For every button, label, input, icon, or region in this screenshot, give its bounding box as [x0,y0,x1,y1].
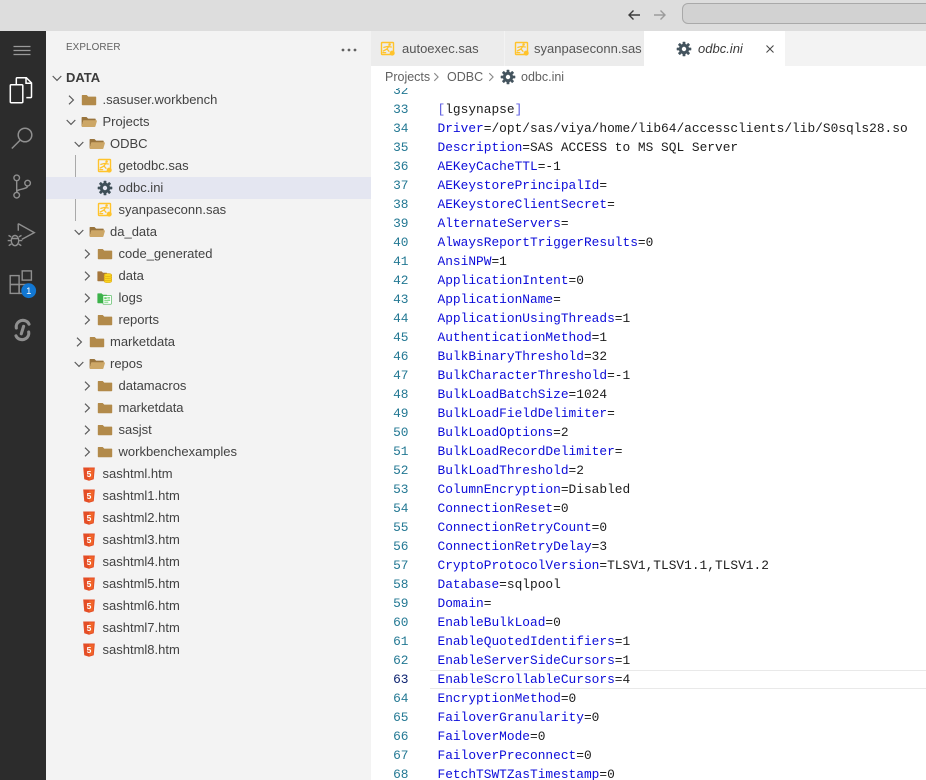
svg-text:5: 5 [87,623,92,633]
svg-text:1: 1 [26,286,31,297]
svg-text:5: 5 [87,513,92,523]
svg-text:5: 5 [87,469,92,479]
svg-text:5: 5 [87,645,92,655]
svg-text:5: 5 [87,557,92,567]
svg-text:5: 5 [87,579,92,589]
svg-text:5: 5 [87,491,92,501]
svg-text:5: 5 [87,601,92,611]
svg-text:5: 5 [87,535,92,545]
